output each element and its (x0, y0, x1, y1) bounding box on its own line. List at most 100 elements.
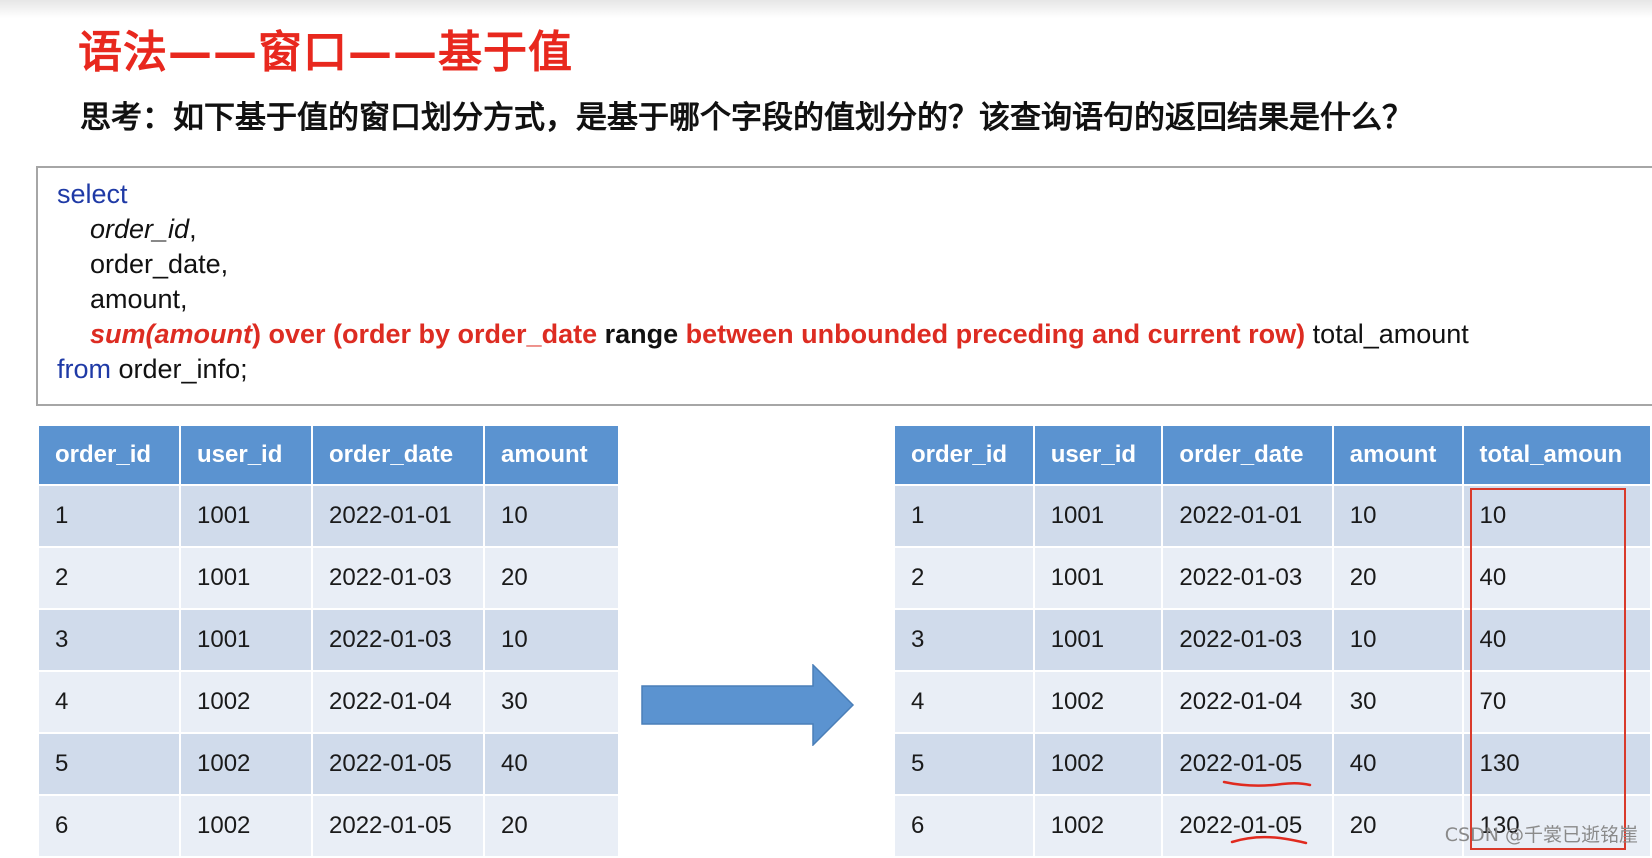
result-table: order_id user_id order_date amount total… (893, 424, 1652, 858)
table-cell: 1001 (181, 610, 311, 670)
table-row: 3 1001 2022-01-03 10 (39, 610, 618, 670)
table-cell: 2022-01-01 (313, 486, 483, 546)
column-header: order_id (39, 426, 179, 484)
table-row: 4 1002 2022-01-04 30 (39, 672, 618, 732)
table-cell: 4 (39, 672, 179, 732)
table-cell: 40 (1463, 548, 1650, 608)
slide-question: 思考：如下基于值的窗口划分方式，是基于哪个字段的值划分的？该查询语句的返回结果是… (80, 100, 1413, 136)
table-cell: 1001 (1034, 486, 1162, 546)
table-row: 6 1002 2022-01-05 20 (39, 796, 618, 856)
table-cell: 4 (895, 672, 1033, 732)
column-header: order_id (895, 426, 1033, 484)
table-cell: 2022-01-05 (313, 796, 483, 856)
table-row: 2 1001 2022-01-03 20 40 (895, 548, 1650, 608)
table-cell: 1002 (181, 796, 311, 856)
column-header: order_date (1163, 426, 1332, 484)
table-cell: 40 (1463, 610, 1650, 670)
window-frame: between unbounded preceding and current … (685, 319, 1306, 349)
table-cell: 2022-01-05 (313, 734, 483, 794)
code-line-order-date: order_date, (90, 246, 228, 282)
right-arrow-icon (641, 664, 855, 746)
table-cell: 3 (39, 610, 179, 670)
table-cell: 6 (39, 796, 179, 856)
table-cell: 130 (1463, 734, 1650, 794)
table-cell: 70 (1463, 672, 1650, 732)
table-cell: 2022-01-03 (1163, 610, 1332, 670)
table-cell: 1002 (1034, 672, 1162, 732)
column-order-id: order_id (90, 214, 190, 244)
keyword-range: range (597, 319, 686, 349)
column-header: amount (1333, 426, 1462, 484)
table-row: 5 1002 2022-01-05 40 130 (895, 734, 1650, 794)
table-cell: 10 (1463, 486, 1650, 546)
column-header: total_amoun (1463, 426, 1650, 484)
table-cell: 1001 (181, 486, 311, 546)
column-amount: amount, (90, 284, 188, 314)
table-cell: 1002 (1034, 734, 1162, 794)
code-line-select: select (57, 176, 128, 212)
header-row: order_id user_id order_date amount (39, 426, 618, 484)
table-cell: 30 (485, 672, 618, 732)
table-cell: 20 (1333, 548, 1462, 608)
table-cell: 2022-01-04 (313, 672, 483, 732)
table-cell: 1002 (1034, 796, 1162, 856)
fn-over: ) over (order by order_date (252, 319, 598, 349)
table-cell: 40 (485, 734, 618, 794)
table-name: order_info; (111, 354, 248, 384)
comma: , (189, 214, 197, 244)
table-cell: 1001 (1034, 610, 1162, 670)
table-cell: 1001 (1034, 548, 1162, 608)
column-header: order_date (313, 426, 483, 484)
table-cell: 1002 (181, 672, 311, 732)
table-cell: 5 (895, 734, 1033, 794)
table-cell: 5 (39, 734, 179, 794)
column-header: user_id (181, 426, 311, 484)
table-cell: 1 (39, 486, 179, 546)
table-cell: 30 (1333, 672, 1462, 732)
table-row: 5 1002 2022-01-05 40 (39, 734, 618, 794)
table-cell: 20 (485, 548, 618, 608)
table-cell: 2022-01-05 (1163, 734, 1332, 794)
table-cell: 10 (1333, 610, 1462, 670)
table-cell: 2022-01-03 (1163, 548, 1332, 608)
table-cell: 1002 (181, 734, 311, 794)
header-row: order_id user_id order_date amount total… (895, 426, 1650, 484)
table-cell: 10 (1333, 486, 1462, 546)
table-cell: 10 (485, 486, 618, 546)
table-cell: 10 (485, 610, 618, 670)
table-cell: 2022-01-04 (1163, 672, 1332, 732)
table-cell: 3 (895, 610, 1033, 670)
table-cell: 2 (39, 548, 179, 608)
watermark: CSDN @千裳已逝铭崖 (1444, 824, 1638, 846)
sql-code-box: select order_id, order_date, amount, sum… (36, 166, 1652, 406)
source-table: order_id user_id order_date amount 1 100… (37, 424, 620, 858)
table-cell: 20 (1333, 796, 1462, 856)
table-cell: 40 (1333, 734, 1462, 794)
keyword-select: select (57, 179, 128, 209)
table-row: 1 1001 2022-01-01 10 (39, 486, 618, 546)
column-header: amount (485, 426, 618, 484)
table-cell: 2 (895, 548, 1033, 608)
fn-sum: sum(amount (90, 319, 252, 349)
table-row: 1 1001 2022-01-01 10 10 (895, 486, 1650, 546)
table-cell: 2022-01-05 (1163, 796, 1332, 856)
alias-total-amount: total_amount (1305, 319, 1469, 349)
slide-title: 语法——窗口——基于值 (78, 27, 573, 78)
table-row: 3 1001 2022-01-03 10 40 (895, 610, 1650, 670)
column-order-date: order_date, (90, 249, 229, 279)
table-cell: 1001 (181, 548, 311, 608)
table-cell: 20 (485, 796, 618, 856)
table-cell: 2022-01-03 (313, 548, 483, 608)
table-cell: 2022-01-03 (313, 610, 483, 670)
code-line-amount: amount, (90, 281, 188, 317)
table-row: 2 1001 2022-01-03 20 (39, 548, 618, 608)
table-cell: 6 (895, 796, 1033, 856)
table-cell: 2022-01-01 (1163, 486, 1332, 546)
keyword-from: from (57, 354, 111, 384)
code-line-from: from order_info; (57, 351, 248, 387)
table-cell: 1 (895, 486, 1033, 546)
code-line-order-id: order_id, (90, 211, 197, 247)
column-header: user_id (1034, 426, 1162, 484)
table-row: 4 1002 2022-01-04 30 70 (895, 672, 1650, 732)
code-line-window-function: sum(amount) over (order by order_date ra… (90, 316, 1469, 352)
